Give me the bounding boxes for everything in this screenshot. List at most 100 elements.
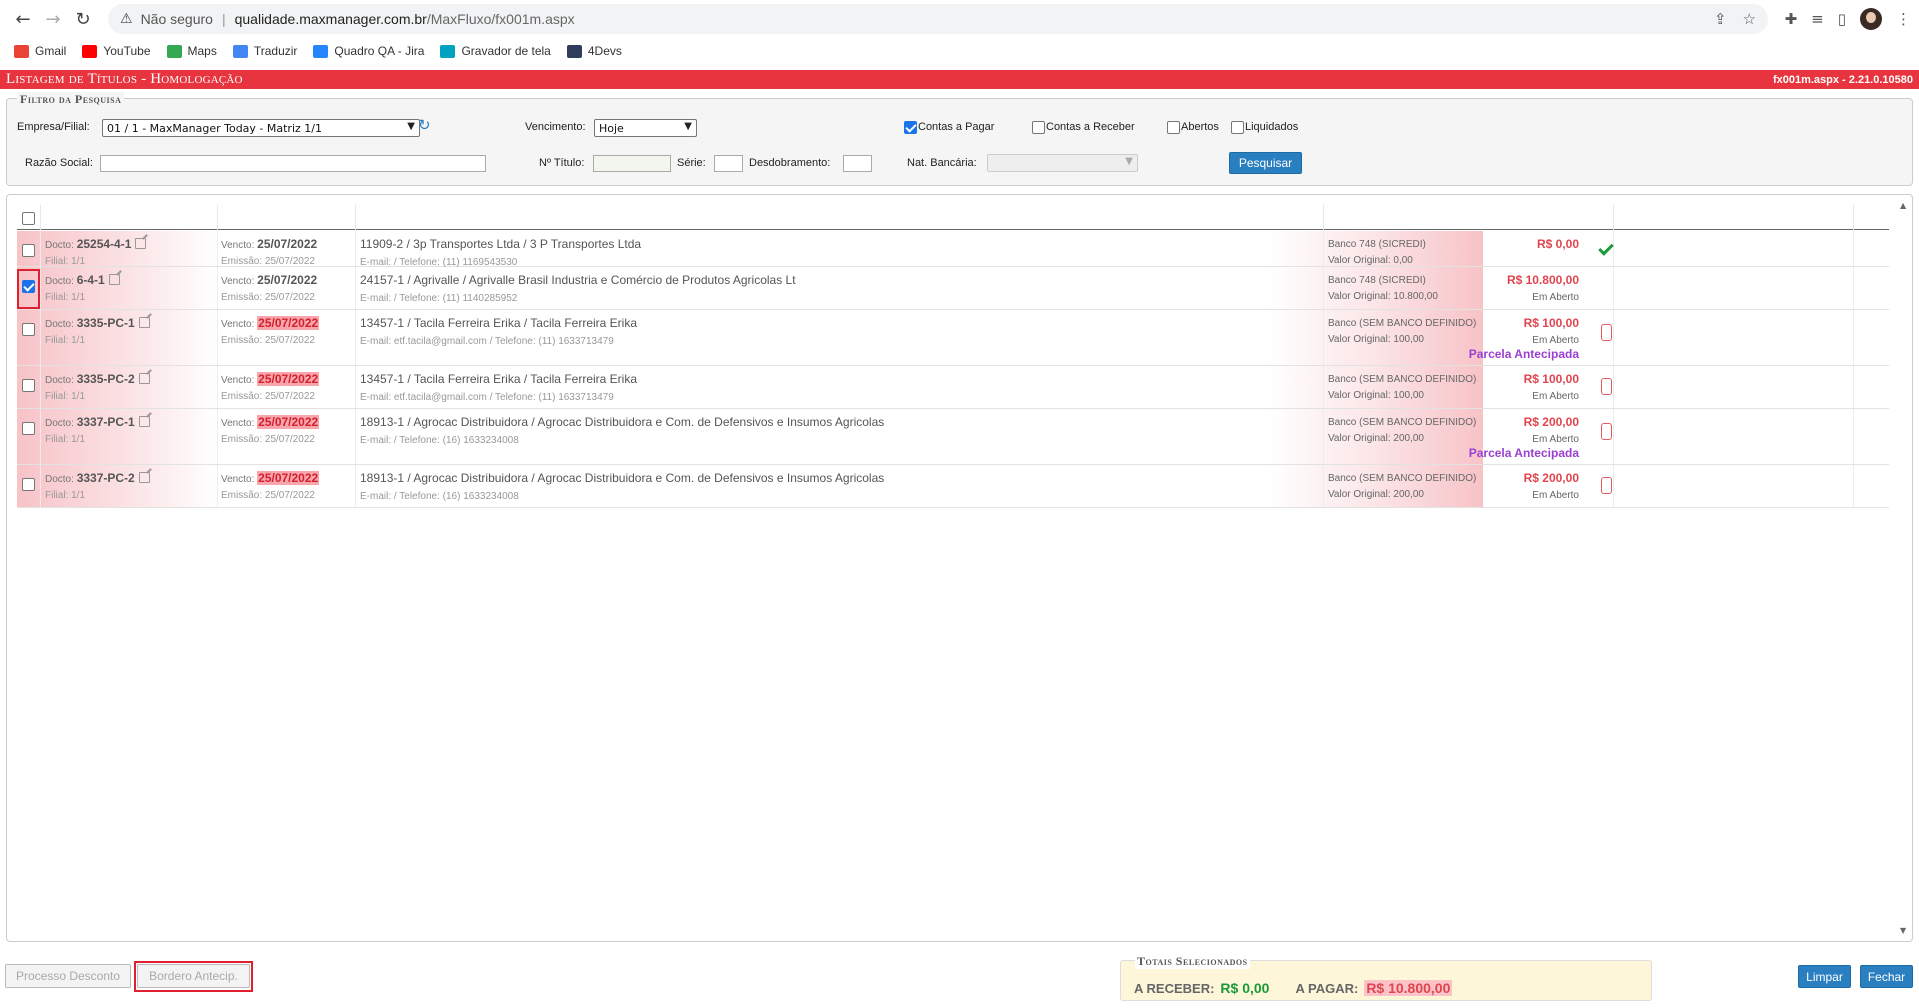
due-cell: Vencto: 25/07/2022 Emissão: 25/07/2022 xyxy=(221,471,320,501)
titles-grid: Docto: 25254-4-1 Filial: 1/1 Vencto: 25/07… xyxy=(6,194,1913,942)
table-row[interactable]: Docto: 3337-PC-2 Filial: 1/1 Vencto: 25/07… xyxy=(17,465,1889,508)
delete-icon[interactable] xyxy=(1601,324,1612,341)
bookmark-item[interactable]: Maps xyxy=(166,44,217,58)
delete-icon[interactable] xyxy=(1601,477,1612,494)
edit-icon[interactable] xyxy=(138,472,150,483)
edit-icon[interactable] xyxy=(108,274,120,285)
contas-pagar-checkbox[interactable] xyxy=(904,121,917,134)
bookmark-item[interactable]: Gravador de tela xyxy=(440,44,551,58)
totals-legend: Totais Selecionados xyxy=(1135,954,1250,969)
doc-cell: Docto: 3337-PC-2 Filial: 1/1 xyxy=(45,471,150,501)
bookmark-item[interactable]: YouTube xyxy=(82,44,151,58)
menu-icon[interactable]: ⋮ xyxy=(1896,10,1911,28)
amount-value: R$ 100,00 xyxy=(1523,316,1579,330)
edit-icon[interactable] xyxy=(138,317,150,328)
empresa-select[interactable]: 01 / 1 - MaxManager Today - Matriz 1/1 ▼ xyxy=(102,119,420,137)
liquidados-checkbox[interactable] xyxy=(1231,121,1244,134)
razao-social-input[interactable] xyxy=(100,155,486,172)
desdobramento-input[interactable] xyxy=(843,155,872,172)
bookmark-item[interactable]: 4Devs xyxy=(566,44,622,58)
due-date: 25/07/2022 xyxy=(257,273,318,287)
row-checkbox[interactable] xyxy=(22,244,35,257)
chevron-down-icon: ▼ xyxy=(684,121,692,132)
titulo-input[interactable] xyxy=(593,155,671,172)
profile-avatar[interactable] xyxy=(1860,8,1882,30)
forward-icon[interactable]: → xyxy=(38,4,68,34)
doc-cell: Docto: 25254-4-1 Filial: 1/1 xyxy=(45,237,147,267)
browser-toolbar: ← → ↻ ⚠ Não seguro | qualidade.maxmanage… xyxy=(0,0,1919,38)
amount-value: R$ 10.800,00 xyxy=(1506,273,1579,287)
bordero-antecip-button[interactable]: Bordero Antecip. xyxy=(137,964,250,988)
nat-bancaria-select[interactable]: ▼ xyxy=(987,154,1138,172)
table-row[interactable]: Docto: 6-4-1 Filial: 1/1 Vencto: 25/07/202… xyxy=(17,267,1889,310)
refresh-icon[interactable]: ↻ xyxy=(418,116,431,134)
edit-icon[interactable] xyxy=(138,416,150,427)
edit-icon[interactable] xyxy=(138,373,150,384)
amount-cell: R$ 200,00 Em Aberto xyxy=(1367,471,1579,501)
due-date: 25/07/2022 xyxy=(257,372,320,386)
bookmark-icon xyxy=(313,44,329,58)
footer-bar: Processo Desconto Bordero Antecip. Totai… xyxy=(0,948,1919,1008)
row-checkbox[interactable] xyxy=(22,323,35,336)
star-icon[interactable]: ☆ xyxy=(1743,10,1756,28)
scroll-down-icon[interactable]: ▼ xyxy=(1900,926,1906,935)
scroll-up-icon[interactable]: ▲ xyxy=(1900,201,1906,210)
delete-icon[interactable] xyxy=(1601,378,1612,395)
status-text: Em Aberto xyxy=(1532,335,1579,346)
side-panel-icon[interactable]: ▯ xyxy=(1838,10,1846,28)
bookmark-icon xyxy=(232,44,248,58)
delete-icon[interactable] xyxy=(1601,423,1612,440)
page-title: Listagem de Títulos - Homologação xyxy=(6,71,243,87)
a-pagar-value: R$ 10.800,00 xyxy=(1364,980,1453,996)
vertical-scrollbar[interactable]: ▲ ▼ xyxy=(1898,201,1910,935)
search-button[interactable]: Pesquisar xyxy=(1229,152,1302,174)
amount-value: R$ 0,00 xyxy=(1536,237,1579,251)
contas-receber-checkbox[interactable] xyxy=(1032,121,1045,134)
reload-icon[interactable]: ↻ xyxy=(68,4,98,34)
titulo-label: Nº Título: xyxy=(539,157,585,169)
address-bar[interactable]: ⚠ Não seguro | qualidade.maxmanager.com.… xyxy=(108,4,1768,34)
row-checkbox[interactable] xyxy=(22,379,35,392)
antecipada-badge: Parcela Antecipada xyxy=(1468,446,1579,460)
status-text: Em Aberto xyxy=(1532,292,1579,303)
due-cell: Vencto: 25/07/2022 Emissão: 25/07/2022 xyxy=(221,273,318,303)
status-text: Em Aberto xyxy=(1532,434,1579,445)
bookmark-item[interactable]: Traduzir xyxy=(232,44,297,58)
table-row[interactable]: Docto: 3335-PC-2 Filial: 1/1 Vencto: 25/07… xyxy=(17,366,1889,409)
extensions-icon[interactable]: ✚ xyxy=(1785,10,1798,28)
share-icon[interactable]: ⇪ xyxy=(1714,10,1727,28)
bookmark-item[interactable]: Gmail xyxy=(14,44,66,58)
abertos-checkbox[interactable] xyxy=(1167,121,1180,134)
serie-input[interactable] xyxy=(714,155,743,172)
amount-cell: R$ 100,00 Em Aberto xyxy=(1367,372,1579,402)
doc-number: 3335-PC-1 xyxy=(76,316,135,330)
status-text: Em Aberto xyxy=(1532,391,1579,402)
party-cell: 24157-1 / Agrivalle / Agrivalle Brasil I… xyxy=(360,273,796,304)
processo-desconto-button[interactable]: Processo Desconto xyxy=(5,964,131,988)
select-all-checkbox[interactable] xyxy=(22,212,35,225)
table-row[interactable]: Docto: 3335-PC-1 Filial: 1/1 Vencto: 25/07… xyxy=(17,310,1889,366)
bookmark-icon xyxy=(566,44,582,58)
bookmark-icon xyxy=(440,44,456,58)
doc-cell: Docto: 3335-PC-1 Filial: 1/1 xyxy=(45,316,150,346)
chevron-down-icon: ▼ xyxy=(407,121,415,132)
amount-cell: R$ 0,00 xyxy=(1367,237,1579,251)
bookmark-item[interactable]: Quadro QA - Jira xyxy=(313,44,424,58)
party-cell: 18913-1 / Agrocac Distribuidora / Agroca… xyxy=(360,415,885,446)
table-row[interactable]: Docto: 25254-4-1 Filial: 1/1 Vencto: 25/07… xyxy=(17,231,1889,268)
check-icon xyxy=(1598,240,1614,256)
edit-icon[interactable] xyxy=(135,238,147,249)
url-text: qualidade.maxmanager.com.br/MaxFluxo/fx0… xyxy=(234,11,575,27)
amount-value: R$ 200,00 xyxy=(1523,415,1579,429)
row-checkbox[interactable] xyxy=(22,478,35,491)
due-date: 25/07/2022 xyxy=(257,415,320,429)
fechar-button[interactable]: Fechar xyxy=(1860,965,1913,988)
vencimento-select[interactable]: Hoje ▼ xyxy=(594,119,697,137)
table-row[interactable]: Docto: 3337-PC-1 Filial: 1/1 Vencto: 25/07… xyxy=(17,409,1889,465)
row-checkbox[interactable] xyxy=(22,422,35,435)
row-checkbox[interactable] xyxy=(22,280,35,293)
back-icon[interactable]: ← xyxy=(8,4,38,34)
version-label: fx001m.aspx - 2.21.0.10580 xyxy=(1772,73,1913,86)
reading-list-icon[interactable]: ≡ xyxy=(1811,10,1824,28)
limpar-button[interactable]: Limpar xyxy=(1798,965,1851,988)
